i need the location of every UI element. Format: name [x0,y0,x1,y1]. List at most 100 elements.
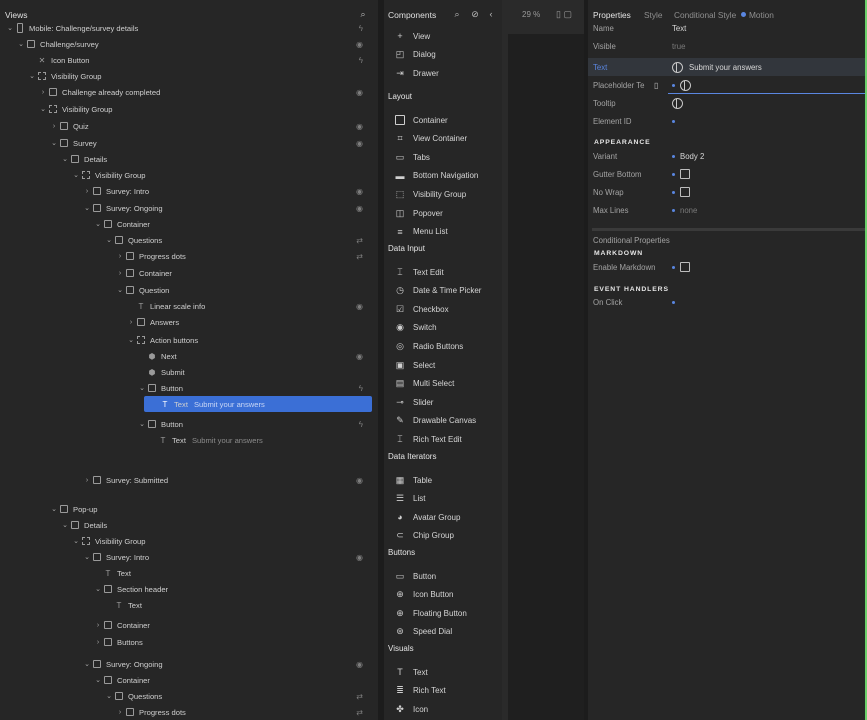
property-value[interactable] [672,187,690,197]
component-item[interactable]: ▣ Select [394,357,436,373]
chevron-right-icon[interactable]: › [115,709,125,716]
tree-row[interactable]: ⌄ Button ϟ [0,416,372,432]
chevron-right-icon[interactable]: › [126,319,136,326]
lightning-icon[interactable]: ϟ [359,420,363,429]
chevron-down-icon[interactable]: ⌄ [60,155,70,163]
tree-row[interactable]: ⌄ Section header [0,581,372,597]
tree-row[interactable]: ⬢ Next ◉ [0,348,372,364]
property-row[interactable]: Variant Body 2 [588,147,867,165]
tree-row[interactable]: T Text [0,597,372,613]
chevron-down-icon[interactable]: ⌄ [93,585,103,593]
component-item[interactable]: + View [394,28,430,44]
tree-row[interactable]: ⌄ Questions ⇄ [0,232,372,248]
eye-icon[interactable]: ◉ [356,40,363,49]
property-row[interactable]: Max Lines none [588,201,867,219]
chevron-right-icon[interactable]: › [115,270,125,277]
zoom-level[interactable]: 29 % [522,10,540,19]
tree-row[interactable]: ⌄ Survey ◉ [0,135,372,151]
tree-row[interactable]: ⌄ Action buttons [0,332,372,348]
tree-row[interactable]: ⌄ Visibility Group [0,167,372,183]
chevron-down-icon[interactable]: ⌄ [71,171,81,179]
chevron-down-icon[interactable]: ⌄ [82,660,92,668]
eye-icon[interactable]: ◉ [356,553,363,562]
chevron-down-icon[interactable]: ⌄ [93,676,103,684]
component-item[interactable]: ◎ Radio Buttons [394,338,463,354]
chevron-down-icon[interactable]: ⌄ [5,24,15,32]
tree-row[interactable]: T Text Submit your answers [0,432,372,448]
chevron-down-icon[interactable]: ⌄ [27,72,37,80]
tree-row[interactable]: ⌄ Question [0,282,372,298]
property-value[interactable]: Text [672,24,686,33]
globe-icon[interactable] [672,97,683,109]
property-row[interactable]: No Wrap [588,183,867,201]
component-item[interactable]: ✎ Drawable Canvas [394,413,476,429]
component-item[interactable]: ▭ Button [394,568,436,584]
loop-icon[interactable]: ⇄ [356,236,363,245]
binding-dot-icon[interactable] [672,154,675,158]
tree-row[interactable]: ⬢ Submit [0,364,372,380]
chevron-right-icon[interactable]: › [38,89,48,96]
component-item[interactable]: ⇥ Drawer [394,65,439,81]
chevron-down-icon[interactable]: ⌄ [82,204,92,212]
property-value[interactable]: ▯ [654,79,697,91]
eye-icon[interactable]: ◉ [356,204,363,213]
property-row[interactable]: Enable Markdown [588,258,867,276]
lightning-icon[interactable]: ϟ [359,384,363,393]
component-item[interactable]: ◉ Switch [394,320,437,336]
property-row[interactable]: Tooltip [588,94,867,112]
component-item[interactable]: ☰ List [394,491,426,507]
loop-icon[interactable]: ⇄ [356,708,363,717]
component-item[interactable]: T Text [394,664,427,680]
property-value[interactable] [672,300,680,304]
tree-row[interactable]: › Progress dots ⇄ [0,704,372,720]
tree-row[interactable]: › Container [0,617,372,633]
component-item[interactable]: ▬ Bottom Navigation [394,168,479,184]
chevron-right-icon[interactable]: › [82,477,92,484]
component-item[interactable]: ⊂ Chip Group [394,528,454,544]
chevron-down-icon[interactable]: ⌄ [93,220,103,228]
property-value[interactable]: true [672,42,685,51]
component-item[interactable]: ⬚ Visibility Group [394,186,466,202]
canvas-area[interactable]: 29 % ▯ ▢ [502,0,586,720]
chevron-down-icon[interactable]: ⌄ [115,286,125,294]
tree-row[interactable]: ⌄ Survey: Ongoing ◉ [0,656,372,672]
search-icon[interactable]: ⌕ [452,9,462,19]
component-item[interactable]: ≡ Menu List [394,224,447,240]
tree-row[interactable]: ⌄ Pop-up [0,501,372,517]
tree-row[interactable]: › Survey: Submitted ◉ [0,472,372,488]
chevron-down-icon[interactable]: ⌄ [49,139,59,147]
lightning-icon[interactable]: ϟ [359,24,363,33]
device-icons[interactable]: ▯ ▢ [556,9,572,20]
property-row[interactable]: On Click [588,293,867,311]
lightning-icon[interactable]: ϟ [359,56,363,65]
chevron-down-icon[interactable]: ⌄ [16,40,26,48]
tree-row[interactable]: ⌄ Visibility Group [0,101,372,117]
eye-icon[interactable]: ◉ [356,660,363,669]
tree-row[interactable]: › Answers [0,314,372,330]
tree-row[interactable]: › Quiz ◉ [0,118,372,134]
tree-row[interactable]: ✕ Icon Button ϟ [0,52,372,68]
component-item[interactable]: ◷ Date & Time Picker [394,283,481,299]
component-item[interactable]: ☑ Checkbox [394,301,449,317]
property-value[interactable] [672,262,690,272]
property-row[interactable]: Gutter Bottom [588,165,867,183]
checkbox[interactable] [680,169,690,179]
tree-row[interactable]: ⌄ Challenge/survey ◉ [0,36,372,52]
eye-icon[interactable]: ◉ [356,139,363,148]
component-item[interactable]: ⊛ Speed Dial [394,624,452,640]
binding-dot-icon[interactable] [672,190,675,194]
chevron-down-icon[interactable]: ⌄ [126,336,136,344]
tree-row[interactable]: ⌄ Container [0,216,372,232]
checkbox[interactable] [680,187,690,197]
tree-row[interactable]: T Linear scale info ◉ [0,298,372,314]
component-item[interactable]: ▦ Table [394,472,432,488]
chevron-right-icon[interactable]: › [93,639,103,646]
component-item[interactable]: ⌶ Text Edit [394,264,443,280]
property-value[interactable]: Submit your answers [672,61,762,73]
chevron-down-icon[interactable]: ⌄ [38,105,48,113]
property-row[interactable]: Name Text [588,19,867,37]
chevron-down-icon[interactable]: ⌄ [104,236,114,244]
component-item[interactable]: ▭ Tabs [394,149,430,165]
chevron-down-icon[interactable]: ⌄ [104,692,114,700]
component-item[interactable]: ⌗ View Container [394,131,467,147]
